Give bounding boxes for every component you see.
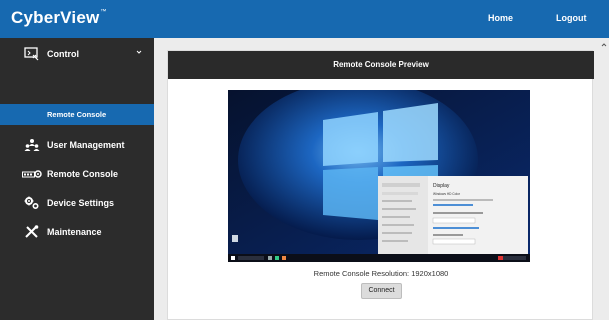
top-bar: CyberView™ Home Logout [0,0,609,38]
sidebar-item-label: Remote Console [47,169,119,179]
sidebar-item-label: Maintenance [47,227,102,237]
sidebar-item-user-management[interactable]: User Management [0,131,154,159]
connect-button[interactable]: Connect [361,283,402,299]
logout-link[interactable]: Logout [556,13,587,23]
sidebar-item-label: User Management [47,140,125,150]
settings-window-title: Display [433,183,450,189]
chevron-down-icon[interactable] [135,48,143,56]
sidebar-item-control[interactable]: Control [0,40,154,68]
sidebar-subitem-remote-console[interactable]: Remote Console [0,104,154,125]
remote-console-icon [22,170,42,178]
chevron-up-icon[interactable] [600,41,608,49]
control-panel-icon [24,47,39,61]
resolution-text: Remote Console Resolution: 1920x1080 [313,269,449,278]
user-group-icon [24,139,40,151]
sidebar: Control Remote Console User Management R… [0,38,154,320]
home-link[interactable]: Home [488,13,513,23]
preview-card: Remote Console Preview Display Windows H… [167,50,594,320]
sidebar-item-label: Device Settings [47,198,115,208]
tools-icon [25,225,39,238]
card-title: Remote Console Preview [168,51,594,79]
cyberview-logo: CyberView™ [11,8,107,27]
settings-window-subtitle: Windows HD Color [433,192,461,196]
sidebar-item-device-settings[interactable]: Device Settings [0,189,154,217]
sidebar-item-maintenance[interactable]: Maintenance [0,218,154,246]
gears-icon [24,196,39,210]
main-content: Remote Console Preview Display Windows H… [154,38,609,320]
page-scrollbar[interactable] [599,38,609,320]
sidebar-item-remote-console[interactable]: Remote Console [0,160,154,188]
sidebar-item-label: Control [47,49,79,59]
remote-console-preview[interactable]: Display Windows HD Color [228,90,530,262]
